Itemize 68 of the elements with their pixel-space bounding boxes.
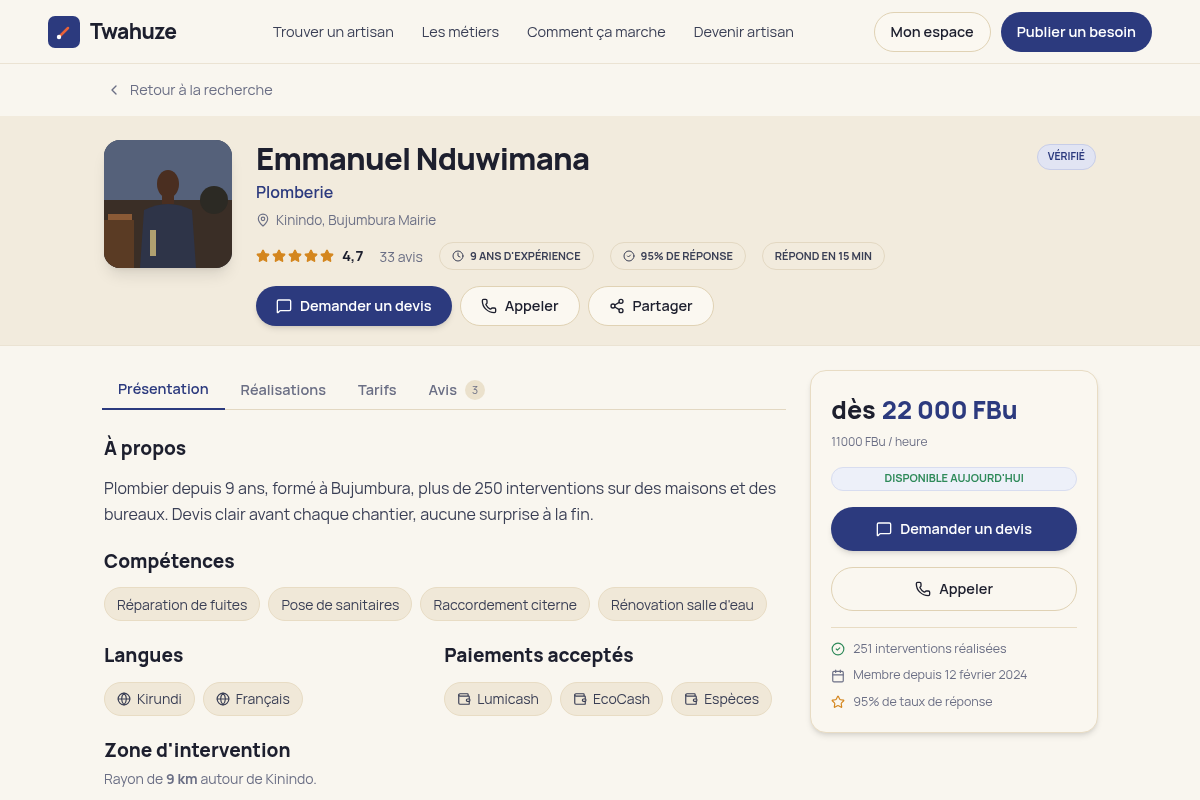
share-icon xyxy=(608,298,625,315)
nav-link[interactable]: Les métiers xyxy=(421,20,500,43)
location-icon xyxy=(256,213,270,228)
verified-badge: VÉRIFIÉ xyxy=(1036,144,1096,170)
chat-icon xyxy=(876,520,893,537)
fact-text: Membre depuis 12 février 2024 xyxy=(853,666,1028,685)
tag: Lumicash xyxy=(444,681,552,716)
star-icon xyxy=(256,249,270,264)
action-button[interactable]: Partager xyxy=(587,286,714,327)
skill-tag: Rénovation salle d'eau xyxy=(597,587,767,621)
price-value: 22 000 FBu xyxy=(881,391,1018,429)
action-button[interactable]: Demander un devis xyxy=(831,506,1077,551)
fact-text: 251 interventions réalisées xyxy=(853,639,1007,659)
nav-button[interactable]: Publier un besoin xyxy=(1000,11,1152,52)
section-title: À propos xyxy=(103,434,188,463)
action-button[interactable]: Demander un devis xyxy=(256,286,452,327)
trade-label: Plomberie xyxy=(256,180,335,204)
clock-icon xyxy=(451,250,464,263)
rating-value: 4,7 xyxy=(342,245,364,268)
section-title: Langues xyxy=(104,641,185,670)
hourly-rate: 11000 FBu / heure xyxy=(831,432,929,451)
star-icon xyxy=(272,249,286,264)
availability-badge: DISPONIBLE AUJOURD'HUI xyxy=(831,466,1077,491)
logo-icon xyxy=(48,15,80,48)
wallet-icon xyxy=(684,691,699,706)
tab[interactable]: Avis 3 xyxy=(412,370,501,410)
tag: Français xyxy=(202,681,303,716)
fact-text: 95% de taux de réponse xyxy=(853,693,993,712)
action-button[interactable]: Appeler xyxy=(459,286,580,327)
nav-link[interactable]: Devenir artisan xyxy=(693,20,794,43)
nav-link[interactable]: Trouver un artisan xyxy=(273,20,394,43)
globe-icon xyxy=(117,691,131,706)
count-badge: 3 xyxy=(464,380,485,400)
tag: EcoCash xyxy=(559,681,664,716)
back-link[interactable]: Retour à la recherche xyxy=(106,79,273,101)
section-title: Compétences xyxy=(103,546,236,575)
star-icon xyxy=(831,695,846,710)
phone-icon xyxy=(480,298,497,315)
location-text: Kinindo, Bujumbura Mairie xyxy=(276,210,437,231)
wallet-icon xyxy=(572,691,587,706)
star-icon xyxy=(320,249,334,264)
calendar-icon xyxy=(831,668,846,683)
skill-tag: Réparation de fuites xyxy=(104,587,261,621)
tab[interactable]: Réalisations xyxy=(224,370,342,410)
check-circle-icon xyxy=(831,641,846,656)
brand-name: Twahuze xyxy=(90,15,177,47)
price-prefix: dès xyxy=(831,391,876,429)
phone-icon xyxy=(915,580,932,597)
check-circle-icon xyxy=(622,250,635,263)
skill-tag: Raccordement citerne xyxy=(420,587,590,621)
tab[interactable]: Présentation xyxy=(102,370,225,410)
nav-link[interactable]: Comment ça marche xyxy=(527,20,666,43)
section-title: Zone d'intervention xyxy=(103,735,292,764)
artisan-name: Emmanuel Nduwimana xyxy=(256,140,590,176)
section-title: Paiements acceptés xyxy=(444,641,635,670)
star-icon xyxy=(288,249,302,264)
tag: Espèces xyxy=(671,681,772,716)
chat-icon xyxy=(276,298,292,315)
about-text: Plombier depuis 9 ans, formé à Bujumbura, plus de 250 interventions sur des maisons et des bureaux. Devis clair avant chaque chantier, aucune surprise à la fin. xyxy=(103,475,778,527)
globe-icon xyxy=(215,691,230,706)
skill-tag: Pose de sanitaires xyxy=(268,587,413,621)
star-icon xyxy=(304,249,318,264)
review-count: 33 avis xyxy=(379,245,423,267)
nav-button[interactable]: Mon espace xyxy=(873,11,991,52)
tab[interactable]: Tarifs xyxy=(341,370,413,410)
tag: Kirundi xyxy=(104,681,195,716)
wallet-icon xyxy=(457,691,472,706)
zone-text: Rayon de 9 km autour de Kinindo. xyxy=(103,768,318,789)
